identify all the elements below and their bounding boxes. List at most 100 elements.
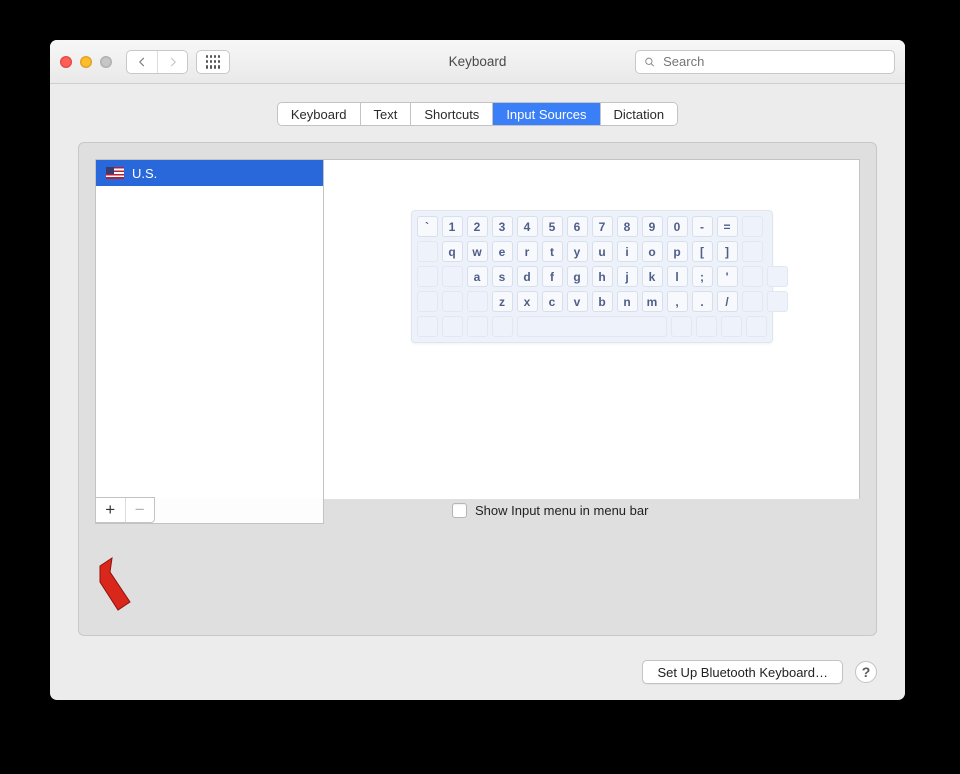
- key: 2: [467, 216, 488, 237]
- key-blank: ·: [467, 291, 488, 312]
- key-blank: ·: [696, 316, 717, 337]
- zoom-icon: [100, 56, 112, 68]
- key: k: [642, 266, 663, 287]
- input-source-label: U.S.: [132, 166, 157, 181]
- traffic-lights: [60, 56, 112, 68]
- key-blank: ·: [442, 316, 463, 337]
- forward-button[interactable]: [157, 51, 187, 73]
- key-blank: ·: [742, 291, 763, 312]
- grid-icon: [206, 55, 220, 69]
- key: 8: [617, 216, 638, 237]
- key: =: [717, 216, 738, 237]
- key-blank: ·: [742, 216, 763, 237]
- key: 1: [442, 216, 463, 237]
- window-body: KeyboardTextShortcutsInput SourcesDictat…: [50, 84, 905, 650]
- key-blank: ·: [767, 266, 788, 287]
- show-input-menu-row: Show Input menu in menu bar: [452, 503, 648, 518]
- add-source-button[interactable]: +: [96, 498, 125, 522]
- tab-input-sources[interactable]: Input Sources: [492, 103, 599, 125]
- tab-bar: KeyboardTextShortcutsInput SourcesDictat…: [277, 102, 678, 126]
- key: w: [467, 241, 488, 262]
- minimize-icon[interactable]: [80, 56, 92, 68]
- list-footer: + −: [95, 498, 324, 524]
- key: -: [692, 216, 713, 237]
- key: i: [617, 241, 638, 262]
- key: d: [517, 266, 538, 287]
- key: ;: [692, 266, 713, 287]
- key: s: [492, 266, 513, 287]
- key-blank: ·: [492, 316, 513, 337]
- key: ': [717, 266, 738, 287]
- key: y: [567, 241, 588, 262]
- key: g: [567, 266, 588, 287]
- add-remove-group: + −: [95, 497, 155, 523]
- key: v: [567, 291, 588, 312]
- key: q: [442, 241, 463, 262]
- key: b: [592, 291, 613, 312]
- input-sources-list[interactable]: U.S.: [96, 160, 324, 499]
- tab-keyboard[interactable]: Keyboard: [278, 103, 360, 125]
- key: f: [542, 266, 563, 287]
- key: m: [642, 291, 663, 312]
- key: `: [417, 216, 438, 237]
- key: u: [592, 241, 613, 262]
- key-blank: ·: [742, 241, 763, 262]
- key-blank: ·: [442, 291, 463, 312]
- key: .: [692, 291, 713, 312]
- search-input[interactable]: [661, 53, 886, 70]
- help-button[interactable]: ?: [855, 661, 877, 683]
- key-blank: ·: [417, 316, 438, 337]
- key: r: [517, 241, 538, 262]
- key: n: [617, 291, 638, 312]
- flag-icon: [106, 167, 124, 179]
- back-button[interactable]: [127, 51, 157, 73]
- key: ,: [667, 291, 688, 312]
- key-blank: ·: [442, 266, 463, 287]
- key-blank: ·: [417, 291, 438, 312]
- key: 5: [542, 216, 563, 237]
- tab-shortcuts[interactable]: Shortcuts: [410, 103, 492, 125]
- key-blank: ·: [467, 316, 488, 337]
- key: c: [542, 291, 563, 312]
- key: t: [542, 241, 563, 262]
- key: 0: [667, 216, 688, 237]
- search-field[interactable]: [635, 50, 895, 74]
- key: x: [517, 291, 538, 312]
- key-space: ·: [517, 316, 667, 337]
- key: o: [642, 241, 663, 262]
- setup-bluetooth-button[interactable]: Set Up Bluetooth Keyboard…: [642, 660, 843, 684]
- key: j: [617, 266, 638, 287]
- titlebar: Keyboard: [50, 40, 905, 84]
- show-input-menu-checkbox[interactable]: [452, 503, 467, 518]
- key: /: [717, 291, 738, 312]
- key-blank: ·: [671, 316, 692, 337]
- key-blank: ·: [721, 316, 742, 337]
- key: e: [492, 241, 513, 262]
- key: 4: [517, 216, 538, 237]
- key-blank: ·: [417, 266, 438, 287]
- remove-source-button[interactable]: −: [125, 498, 155, 522]
- key: p: [667, 241, 688, 262]
- split-view: U.S. `1234567890-=··qwertyuiop[]···asdfg…: [95, 159, 860, 499]
- nav-back-forward: [126, 50, 188, 74]
- key: 3: [492, 216, 513, 237]
- tab-text[interactable]: Text: [360, 103, 411, 125]
- key: z: [492, 291, 513, 312]
- key: 7: [592, 216, 613, 237]
- close-icon[interactable]: [60, 56, 72, 68]
- window-footer: Set Up Bluetooth Keyboard… ?: [50, 650, 905, 700]
- key-blank: ·: [767, 291, 788, 312]
- show-all-button[interactable]: [196, 50, 230, 74]
- key: [: [692, 241, 713, 262]
- key: 9: [642, 216, 663, 237]
- tab-dictation[interactable]: Dictation: [600, 103, 678, 125]
- key-blank: ·: [742, 266, 763, 287]
- key: a: [467, 266, 488, 287]
- key-blank: ·: [746, 316, 767, 337]
- show-input-menu-label: Show Input menu in menu bar: [475, 503, 648, 518]
- key: l: [667, 266, 688, 287]
- input-source-item[interactable]: U.S.: [96, 160, 323, 186]
- content-panel: U.S. `1234567890-=··qwertyuiop[]···asdfg…: [78, 142, 877, 636]
- key: h: [592, 266, 613, 287]
- keyboard-preview: `1234567890-=··qwertyuiop[]···asdfghjkl;…: [324, 160, 859, 499]
